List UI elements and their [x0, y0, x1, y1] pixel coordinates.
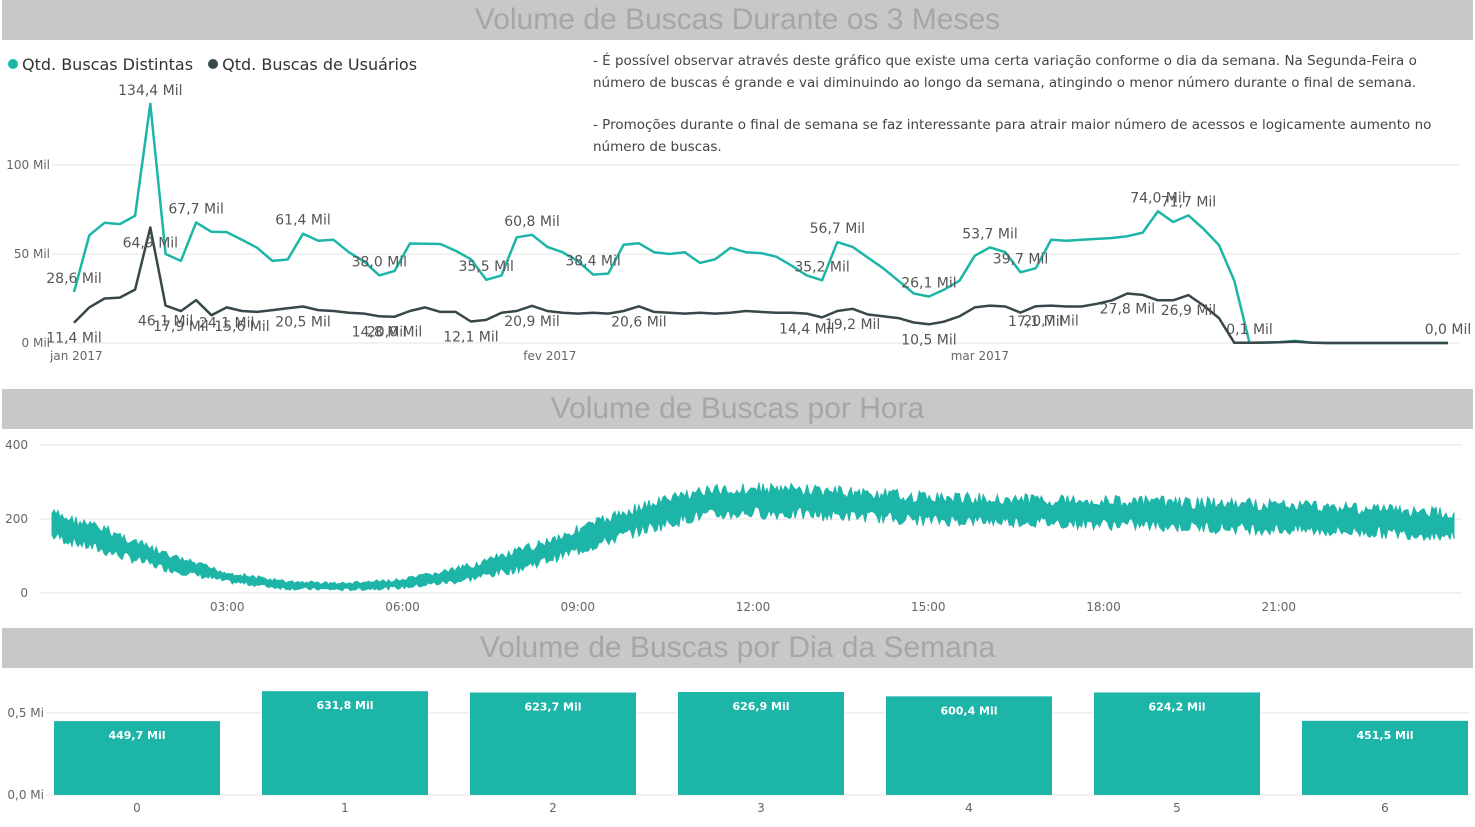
x-tick-label-w-1: 1	[341, 801, 349, 815]
bar-value-label-5: 624,2 Mil	[1148, 700, 1205, 713]
x-tick-label-w-4: 4	[965, 801, 973, 815]
x-tick-label-w-0: 0	[133, 801, 141, 815]
bar-value-label-3: 626,9 Mil	[732, 700, 789, 713]
y-tick-label-w-1: 0,5 Mi	[7, 706, 44, 720]
bar-value-label-4: 600,4 Mil	[940, 704, 997, 717]
x-tick-label-w-3: 3	[757, 801, 765, 815]
x-tick-label-w-5: 5	[1173, 801, 1181, 815]
bar-chart-weekday: 0,0 Mi 0,5 Mi 449,7 Mil 0 631,8 Mil 1 623,7 Mi…	[7, 691, 1470, 815]
y-tick-label-w-0: 0,0 Mi	[7, 788, 44, 802]
x-tick-label-w-2: 2	[549, 801, 557, 815]
bar-value-label-2: 623,7 Mil	[524, 701, 581, 714]
bar-value-label-6: 451,5 Mil	[1356, 729, 1413, 742]
bar-value-label-0: 449,7 Mil	[108, 729, 165, 742]
bar-value-label-1: 631,8 Mil	[316, 699, 373, 712]
x-tick-label-w-6: 6	[1381, 801, 1389, 815]
